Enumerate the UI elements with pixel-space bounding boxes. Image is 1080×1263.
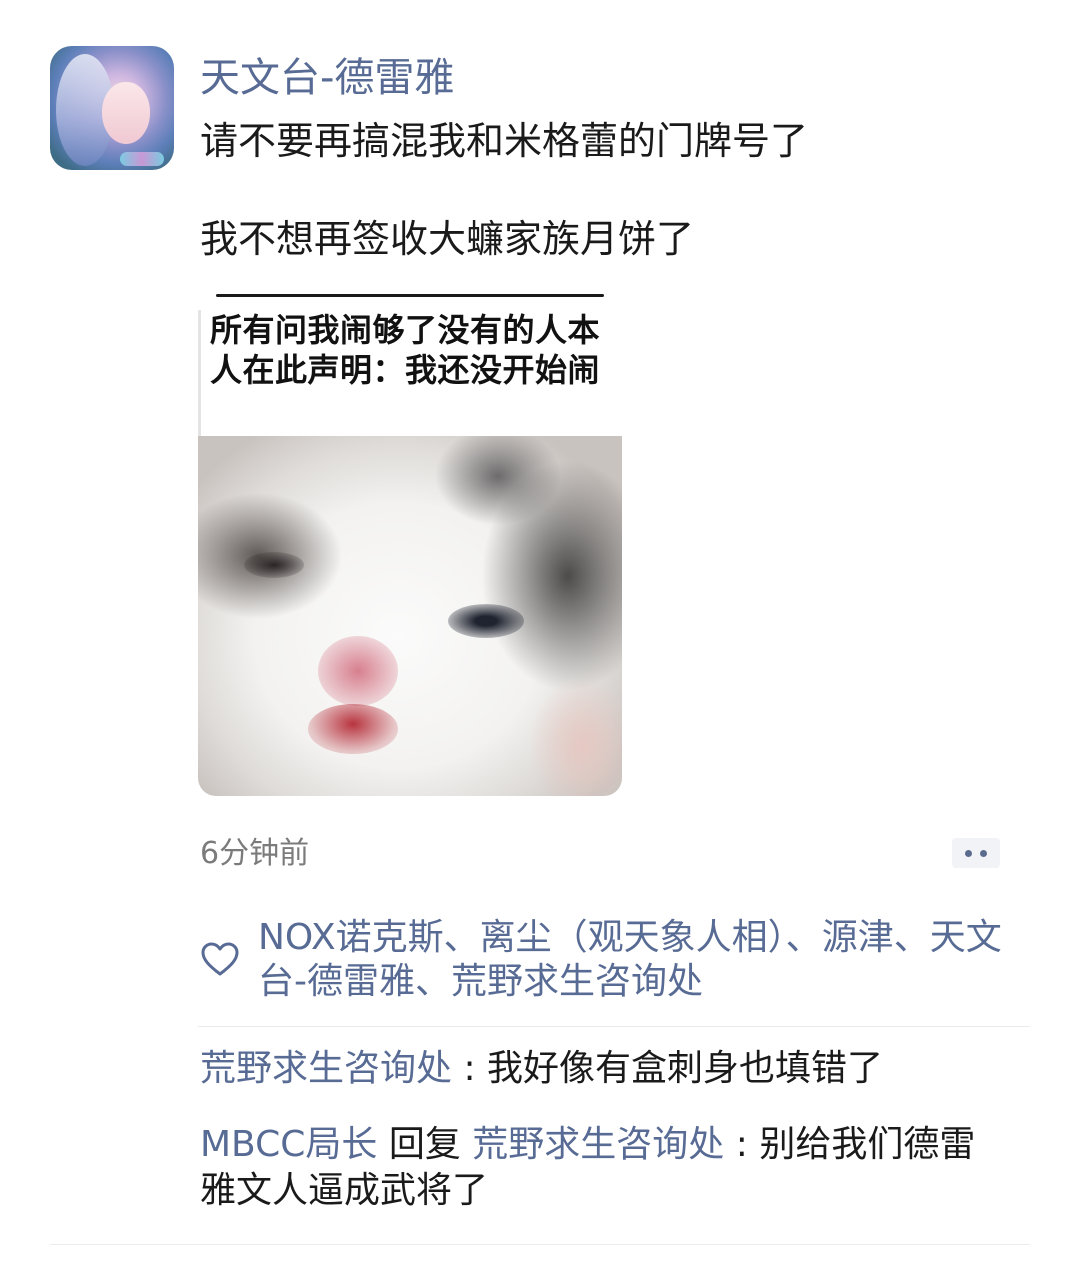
post-timestamp: 6分钟前 bbox=[200, 836, 310, 871]
more-options-button[interactable] bbox=[952, 838, 1000, 868]
reply-label: 回复 bbox=[377, 1124, 473, 1165]
like-user-name[interactable]: 离尘（观天象人相） bbox=[480, 917, 786, 958]
comment-item[interactable]: 荒野求生咨询处 : 我好像有盒刺身也填错了 bbox=[200, 1046, 1000, 1092]
heart-outline-icon bbox=[201, 942, 239, 976]
like-user-name[interactable]: NOX诺克斯 bbox=[258, 917, 444, 958]
likes-divider bbox=[198, 1026, 1030, 1027]
kitten-paw bbox=[528, 676, 622, 796]
post-bottom-divider bbox=[50, 1244, 1030, 1245]
post-image[interactable]: 所有问我闹够了没有的人本人在此声明：我还没开始闹 bbox=[198, 294, 622, 796]
avatar-accessory bbox=[120, 152, 164, 166]
reply-target[interactable]: 荒野求生咨询处 bbox=[472, 1124, 724, 1165]
post-text-line-1: 请不要再搞混我和米格蕾的门牌号了 bbox=[200, 119, 809, 163]
more-dots-icon bbox=[965, 849, 972, 857]
more-dots-icon bbox=[980, 849, 987, 857]
kitten-left-eye bbox=[244, 552, 304, 578]
kitten-nose bbox=[318, 636, 398, 706]
kitten-right-eye bbox=[448, 604, 524, 638]
kitten-mouth bbox=[308, 704, 398, 754]
post-author-name[interactable]: 天文台-德雷雅 bbox=[200, 54, 454, 102]
user-avatar[interactable] bbox=[50, 46, 174, 170]
comment-text: 我好像有盒刺身也填错了 bbox=[487, 1048, 884, 1089]
comment-author[interactable]: 荒野求生咨询处 bbox=[200, 1048, 452, 1089]
comment-author[interactable]: MBCC局长 bbox=[200, 1124, 377, 1165]
post-text-line-2: 我不想再签收大蠊家族月饼了 bbox=[200, 217, 695, 261]
comment-item[interactable]: MBCC局长 回复 荒野求生咨询处 : 别给我们德雷雅文人逼成武将了 bbox=[200, 1122, 1000, 1214]
kitten-photo bbox=[198, 436, 622, 796]
like-user-name[interactable]: 源津 bbox=[822, 917, 894, 958]
image-top-border bbox=[216, 294, 604, 297]
avatar-face bbox=[102, 82, 150, 144]
likes-list: NOX诺克斯、离尘（观天象人相）、源津、天文台-德雷雅、荒野求生咨询处 bbox=[258, 917, 1002, 1002]
image-left-border bbox=[198, 310, 201, 436]
meme-caption: 所有问我闹够了没有的人本人在此声明：我还没开始闹 bbox=[210, 311, 601, 389]
like-user-name[interactable]: 荒野求生咨询处 bbox=[451, 961, 703, 1002]
